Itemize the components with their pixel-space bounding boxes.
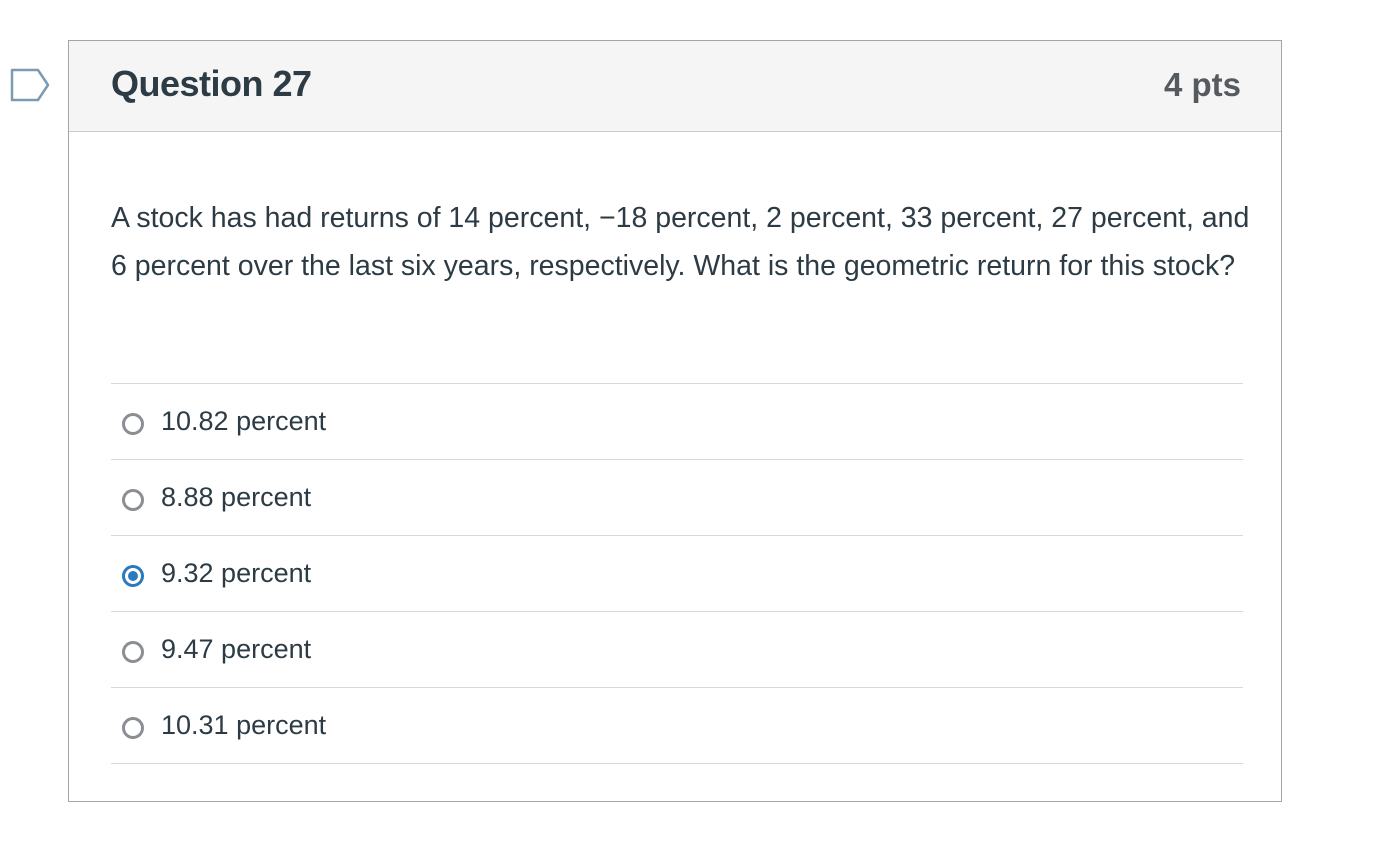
radio-button[interactable] bbox=[122, 412, 144, 435]
answer-option[interactable]: 9.47 percent bbox=[111, 612, 1243, 688]
answer-option[interactable]: 10.31 percent bbox=[111, 688, 1243, 764]
answer-label: 9.32 percent bbox=[161, 558, 312, 588]
radio-button[interactable] bbox=[122, 488, 144, 511]
radio-button[interactable] bbox=[122, 640, 144, 663]
question-header: Question 27 4 pts bbox=[69, 41, 1281, 132]
answer-option[interactable]: 9.32 percent bbox=[111, 536, 1243, 612]
flag-question-icon[interactable] bbox=[10, 68, 50, 102]
radio-button[interactable] bbox=[122, 564, 144, 587]
answer-label: 9.47 percent bbox=[161, 634, 312, 664]
question-title: Question 27 bbox=[111, 63, 312, 104]
answer-list: 10.82 percent 8.88 percent 9.32 percent … bbox=[111, 383, 1243, 764]
answer-option[interactable]: 10.82 percent bbox=[111, 384, 1243, 460]
answer-label: 8.88 percent bbox=[161, 482, 312, 512]
answer-label: 10.82 percent bbox=[161, 406, 327, 436]
question-points: 4 pts bbox=[1163, 66, 1241, 103]
question-text: A stock has had returns of 14 percent, −… bbox=[111, 202, 1250, 282]
question-card: Question 27 4 pts A stock has had return… bbox=[68, 40, 1282, 802]
answer-option[interactable]: 8.88 percent bbox=[111, 460, 1243, 536]
radio-button[interactable] bbox=[122, 716, 144, 739]
answer-label: 10.31 percent bbox=[161, 710, 327, 740]
